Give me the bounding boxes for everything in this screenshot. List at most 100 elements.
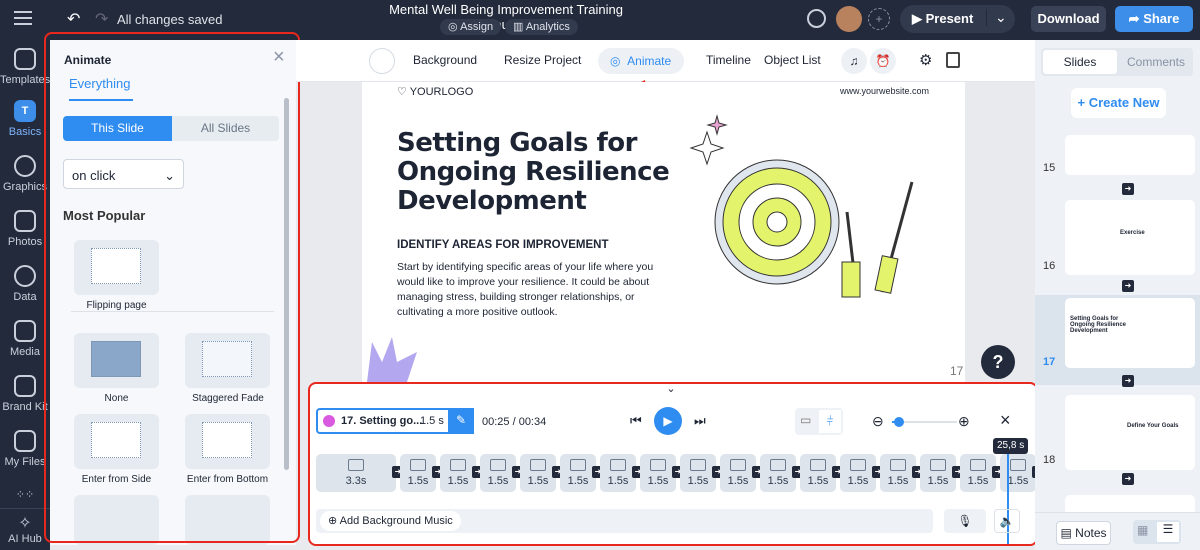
timeline-clip[interactable]: 1.5s	[880, 454, 916, 492]
search-slide-icon[interactable]	[946, 52, 960, 68]
grid-view-icon[interactable]: ▦	[1137, 523, 1148, 537]
share-button[interactable]: ➦ Share	[1115, 6, 1193, 32]
resize-project-button[interactable]: Resize Project	[504, 53, 581, 67]
effect-enter-from-bottom[interactable]	[185, 414, 270, 469]
redo-icon[interactable]: ↷	[95, 9, 108, 29]
rail-label: Graphics	[2, 181, 48, 193]
animate-label: Animate	[627, 54, 672, 68]
add-collaborator-icon[interactable]: +	[868, 8, 890, 30]
analytics-button[interactable]: ▥ Analytics	[505, 19, 578, 35]
effect-none[interactable]	[74, 333, 159, 388]
panel-scrollbar[interactable]	[284, 98, 289, 470]
background-color-swatch[interactable]	[369, 48, 395, 74]
timeline-clip[interactable]: 1.5s	[560, 454, 596, 492]
website-text: www.yourwebsite.com	[840, 86, 930, 96]
tab-comments[interactable]: Comments	[1119, 50, 1193, 74]
object-list-button[interactable]: Object List	[764, 53, 821, 67]
rail-media[interactable]: Media	[0, 320, 50, 358]
rail-my-files[interactable]: My Files	[0, 430, 50, 468]
slide-icon	[530, 459, 546, 471]
timeline-clip[interactable]: 1.5s	[640, 454, 676, 492]
timeline-clip[interactable]: 1.5s	[800, 454, 836, 492]
tab-slides[interactable]: Slides	[1043, 50, 1117, 74]
timeline-clip[interactable]: 3.3s	[316, 454, 396, 492]
title-line: Development	[397, 186, 587, 216]
microphone-icon[interactable]: 🎙	[944, 509, 986, 533]
slide-icon	[970, 459, 986, 471]
slide-thumb-16[interactable]: Exercise	[1065, 200, 1195, 275]
create-new-button[interactable]: + Create New	[1071, 88, 1166, 118]
menu-icon[interactable]	[14, 11, 32, 25]
timeline-button[interactable]: Timeline	[706, 53, 751, 67]
rail-ai-hub[interactable]: ✧ AI Hub	[0, 508, 50, 545]
slide-thumb-15[interactable]	[1065, 135, 1195, 175]
list-view-icon[interactable]: ☰	[1157, 522, 1179, 542]
music-icon[interactable]: ♫	[841, 48, 867, 74]
timeline-clip[interactable]: 1.5s	[720, 454, 756, 492]
rail-templates[interactable]: Templates	[0, 48, 50, 86]
graphics-icon	[14, 155, 36, 177]
apps-icon[interactable]: ⁘⁘	[0, 488, 50, 501]
notes-button[interactable]: ▤ Notes	[1056, 521, 1111, 545]
timeline-clip[interactable]: 1.5s	[960, 454, 996, 492]
transition-icon[interactable]: ➜	[1122, 183, 1134, 195]
transition-icon[interactable]: ➜	[1122, 375, 1134, 387]
rail-photos[interactable]: Photos	[0, 210, 50, 248]
timeline-clip[interactable]: 1.5s	[440, 454, 476, 492]
timeline-clip[interactable]: 1.5s	[600, 454, 636, 492]
effect-drop-in[interactable]	[74, 495, 159, 545]
trigger-select[interactable]: on click ⌄	[63, 159, 184, 189]
present-button[interactable]: ▶ Present	[912, 11, 973, 27]
timeline-clip[interactable]: 1.5s	[520, 454, 556, 492]
rail-basics[interactable]: T Basics	[0, 100, 50, 138]
background-button[interactable]: Background	[413, 53, 477, 67]
effect-label: Enter from Bottom	[186, 474, 269, 485]
avatar[interactable]	[836, 6, 862, 32]
this-slide-button[interactable]: This Slide	[63, 116, 172, 141]
effect-zoom[interactable]	[185, 495, 270, 545]
alarm-clock-icon[interactable]: ⏰	[870, 48, 896, 74]
sparkle-icon: ✧	[18, 515, 32, 532]
effect-flipping-page[interactable]	[74, 240, 159, 295]
transition-icon[interactable]: ➜	[1122, 473, 1134, 485]
transition-icon[interactable]: ➜	[1122, 280, 1134, 292]
templates-icon	[14, 48, 36, 70]
tab-everything[interactable]: Everything	[69, 76, 133, 101]
rail-graphics[interactable]: Graphics	[0, 155, 50, 193]
comment-icon[interactable]	[807, 9, 826, 28]
rail-brand-kit[interactable]: Brand Kit	[0, 375, 50, 413]
timeline-clip[interactable]: 1.5s	[680, 454, 716, 492]
timeline-clip[interactable]: 1.5s	[400, 454, 436, 492]
slide-thumb-17[interactable]: Setting Goals for Ongoing Resilience Dev…	[1065, 298, 1195, 368]
help-button[interactable]: ?	[981, 345, 1015, 379]
animate-button[interactable]: ◎ Animate	[598, 48, 684, 74]
top-bar: ↶ ↷ All changes saved Mental Well Being …	[0, 0, 1200, 40]
add-background-music-button[interactable]: ⊕ Add Background Music	[320, 511, 461, 531]
thumb-title: Exercise	[1120, 230, 1145, 236]
clip-duration: 1.5s	[487, 475, 509, 487]
timeline-clip[interactable]: 1.5s	[480, 454, 516, 492]
download-button[interactable]: Download	[1031, 6, 1106, 32]
timeline-clip[interactable]: 1.5s	[1000, 454, 1036, 492]
gear-icon[interactable]: ⚙	[919, 51, 932, 69]
close-icon[interactable]: ×	[273, 46, 285, 69]
rail-data[interactable]: Data	[0, 265, 50, 303]
volume-icon[interactable]: 🔈	[994, 509, 1020, 533]
timeline-clip[interactable]: 1.5s	[840, 454, 876, 492]
slide-thumb-18[interactable]: Define Your Goals	[1065, 395, 1195, 470]
present-dropdown-chevron-icon[interactable]: ⌄	[986, 9, 1007, 26]
timeline-clip[interactable]: 1.5s	[760, 454, 796, 492]
undo-icon[interactable]: ↶	[67, 9, 80, 29]
assign-button[interactable]: ◎ Assign	[440, 19, 502, 35]
clip-duration: 1.5s	[567, 475, 589, 487]
timeline-clip[interactable]: 1.5s	[920, 454, 956, 492]
slide-canvas[interactable]: ♡ YOURLOGO www.yourwebsite.com Setting G…	[362, 82, 965, 382]
effect-staggered-fade[interactable]	[185, 333, 270, 388]
effect-enter-from-side[interactable]	[74, 414, 159, 469]
playhead-tooltip: 25,8 s	[993, 438, 1029, 454]
notes-label: Notes	[1075, 526, 1107, 540]
all-slides-button[interactable]: All Slides	[172, 116, 279, 141]
animate-icon: ◎	[610, 54, 621, 68]
clip-duration: 1.5s	[407, 475, 429, 487]
slide-icon	[410, 459, 426, 471]
